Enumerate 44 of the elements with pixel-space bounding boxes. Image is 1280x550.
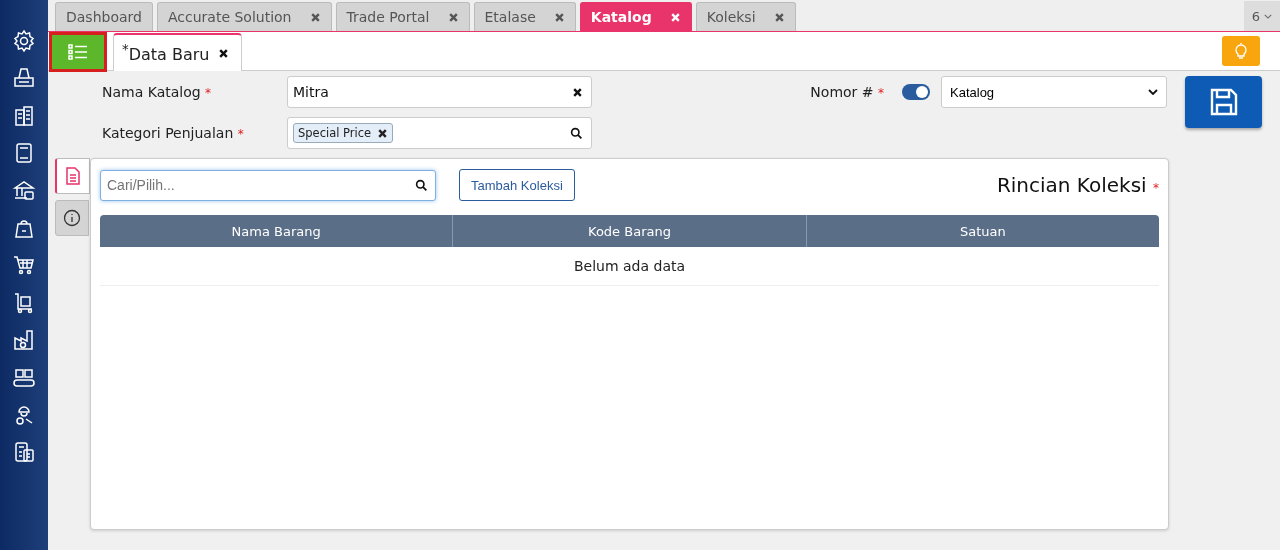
chevron-down-icon	[1148, 89, 1158, 95]
lightbulb-icon	[1234, 43, 1248, 59]
category-field[interactable]: Special Price	[287, 117, 592, 149]
document-tab[interactable]: $^{*}$Data Baru	[113, 33, 243, 71]
save-icon	[1208, 87, 1239, 117]
remove-icon[interactable]	[377, 127, 389, 139]
empty-message: Belum ada data	[573, 258, 686, 274]
bank-icon[interactable]	[12, 178, 36, 203]
search-field[interactable]: Cari/Pilih...	[100, 169, 436, 201]
search-icon[interactable]	[570, 126, 583, 140]
list-button[interactable]	[49, 32, 107, 72]
tag: Special Price	[293, 123, 394, 143]
building-icon[interactable]	[12, 103, 36, 128]
field-label: Nomor # *	[810, 84, 884, 100]
search-icon[interactable]	[415, 178, 428, 192]
tab[interactable]: Dashboard	[55, 2, 153, 31]
tab[interactable]: Accurate Solution	[156, 2, 332, 31]
tab-overflow-dropdown[interactable]: 6	[1243, 1, 1280, 31]
column-header: Kode Barang	[452, 215, 806, 247]
tab[interactable]: Trade Portal	[335, 2, 470, 31]
document-icon	[65, 167, 81, 185]
info-tab[interactable]	[55, 200, 89, 236]
number-dropdown[interactable]: Katalog	[941, 76, 1167, 108]
info-icon	[63, 209, 81, 227]
close-icon[interactable]	[218, 47, 230, 59]
factory-icon[interactable]	[12, 328, 36, 353]
column-header: Satuan	[805, 215, 1159, 247]
field-label: Kategori Penjualan *	[102, 125, 245, 141]
section-title: Rincian Koleksi *	[996, 173, 1159, 197]
document-tab[interactable]	[55, 158, 90, 194]
tax-icon[interactable]	[12, 440, 36, 465]
tab[interactable]: Katalog	[579, 2, 692, 31]
field-label: Nama Katalog *	[102, 84, 213, 100]
clear-icon[interactable]	[572, 86, 583, 98]
name-field[interactable]: Mitra	[287, 76, 592, 108]
column-header: Nama Barang	[230, 222, 322, 241]
settings-icon[interactable]	[12, 29, 36, 53]
tab[interactable]: Koleksi	[695, 2, 796, 31]
chevron-down-icon	[1264, 13, 1272, 19]
toggle-switch[interactable]	[902, 84, 930, 100]
tab[interactable]: Etalase	[473, 2, 576, 31]
list-icon	[68, 44, 88, 60]
add-collection-button[interactable]: Tambah Koleksi	[459, 169, 575, 201]
save-button[interactable]	[1185, 76, 1262, 128]
